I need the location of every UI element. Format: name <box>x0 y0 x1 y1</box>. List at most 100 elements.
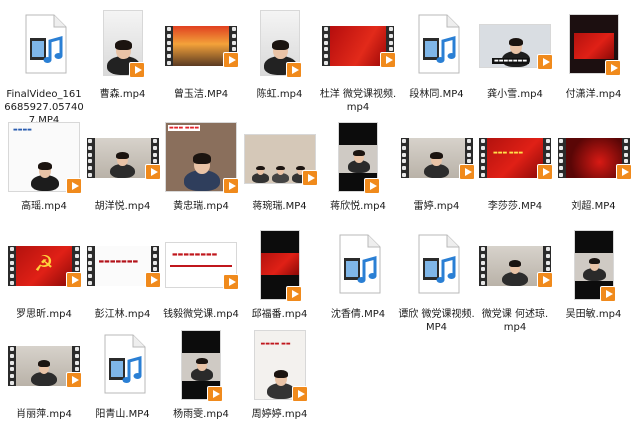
file-name-line: 谭欣 微党课视频. <box>398 309 475 320</box>
file-thumbnail <box>554 8 634 84</box>
file-name-label: 高瑶.mp4 <box>1 200 87 213</box>
file-thumbnail <box>161 328 241 404</box>
play-badge-icon <box>223 52 239 68</box>
file-thumbnail <box>83 120 163 196</box>
file-name-label: 雷婷.mp4 <box>394 200 480 213</box>
file-name-line: 周婷婷.mp4 <box>251 409 308 420</box>
file-thumbnail <box>318 8 398 84</box>
file-thumbnail <box>161 8 241 84</box>
file-name-line: 钱毅微党课.mp4 <box>163 309 239 320</box>
file-thumbnail <box>240 8 320 84</box>
person-hair <box>276 165 285 171</box>
file-thumbnail <box>240 120 320 196</box>
file-item[interactable]: 曾玉洁.MP4 <box>161 8 241 118</box>
file-item[interactable]: 沈香倩.MP4 <box>318 228 398 338</box>
file-item[interactable]: 阳青山.MP4 <box>83 328 163 438</box>
file-item[interactable]: 吴田敏.mp4 <box>554 228 634 338</box>
slide-caption: ▬▬▬▬▬▬▬▬ <box>172 251 218 258</box>
person-hair <box>256 165 265 171</box>
file-item[interactable]: ▬▬▬▬ 高瑶.mp4 <box>4 120 84 230</box>
video-frame: ☭ <box>16 246 72 286</box>
person-hair <box>196 357 208 365</box>
file-item[interactable]: ▬▬▬ ▬▬▬ 李莎莎.MP4 <box>475 120 555 230</box>
file-item[interactable]: 曹森.mp4 <box>83 8 163 118</box>
film-sprocket-holes <box>479 138 486 178</box>
play-badge-icon <box>380 52 396 68</box>
file-name-label: 肖丽萍.mp4 <box>1 408 87 421</box>
file-name-label: 刘超.MP4 <box>551 200 637 213</box>
file-item[interactable]: ▬▬▬▬▬▬▬ 彭江林.mp4 <box>83 228 163 338</box>
file-item[interactable]: ▬▬▬▬ ▬▬ 周婷婷.mp4 <box>240 328 320 438</box>
file-thumbnail <box>397 120 477 196</box>
file-name-label: 彭江林.mp4 <box>80 308 166 321</box>
file-thumbnail: ▬▬▬▬▬▬▬ <box>83 228 163 304</box>
file-name-label: 蒋欣悦.mp4 <box>315 200 401 213</box>
media-file-icon <box>417 234 461 294</box>
file-item[interactable]: 蒋欣悦.mp4 <box>318 120 398 230</box>
file-name-label: 曾玉洁.MP4 <box>158 88 244 101</box>
file-thumbnail <box>397 8 477 84</box>
emblem-icon: ☭ <box>34 252 54 277</box>
file-item[interactable]: 肖丽萍.mp4 <box>4 328 84 438</box>
file-item[interactable]: 付潇洋.mp4 <box>554 8 634 118</box>
slide-caption: ▬▬▬▬▬▬▬ <box>492 58 530 64</box>
file-name-line: 微党课 何述琼. <box>481 309 549 320</box>
file-item[interactable]: 微党课 何述琼. mp4 <box>475 228 555 338</box>
film-sprocket-holes <box>401 138 408 178</box>
file-name-label: 陈虹.mp4 <box>237 88 323 101</box>
file-name-label: 罗思昕.mp4 <box>1 308 87 321</box>
file-thumbnail <box>318 228 398 304</box>
play-badge-icon <box>458 164 475 180</box>
video-frame <box>173 26 229 66</box>
play-badge-icon <box>364 178 380 194</box>
file-item[interactable]: 胡洋悦.mp4 <box>83 120 163 230</box>
file-item[interactable]: 陈虹.mp4 <box>240 8 320 118</box>
file-name-label: 沈香倩.MP4 <box>315 308 401 321</box>
file-thumbnail <box>554 120 634 196</box>
file-item[interactable]: 杨雨雯.mp4 <box>161 328 241 438</box>
play-badge-icon <box>615 164 632 180</box>
file-name-label: 周婷婷.mp4 <box>237 408 323 421</box>
file-thumbnail <box>554 228 634 304</box>
file-thumbnail <box>4 328 84 404</box>
file-name-line: 段林同.MP4 <box>409 89 464 100</box>
file-item[interactable]: 杜洋 微党课视频. mp4 <box>318 8 398 118</box>
person-hair <box>273 370 288 378</box>
file-name-line: 付潇洋.mp4 <box>565 89 622 100</box>
file-item[interactable]: ▬▬▬ ▬▬▬ 黄忠瑞.mp4 <box>161 120 241 230</box>
file-item[interactable]: 邱福番.mp4 <box>240 228 320 338</box>
file-name-label: 阳青山.MP4 <box>80 408 166 421</box>
media-file-icon <box>338 234 382 294</box>
slide-rule <box>170 265 232 267</box>
play-badge-icon <box>128 62 145 78</box>
file-item[interactable]: 蒋琬瑞.MP4 <box>240 120 320 230</box>
file-name-line: 黄忠瑞.mp4 <box>173 201 229 212</box>
file-item[interactable]: 雷婷.mp4 <box>397 120 477 230</box>
play-badge-icon <box>207 386 223 402</box>
file-thumbnail <box>318 120 398 196</box>
file-item[interactable]: ▬▬▬▬▬▬▬ 龚小雪.mp4 <box>475 8 555 118</box>
file-item[interactable]: FinalVideo_161 6685927.05740 7.MP4 <box>4 8 84 126</box>
file-item[interactable]: ▬▬▬▬▬▬▬▬ 钱毅微党课.mp4 <box>161 228 241 338</box>
slide-caption: ▬▬▬▬ ▬▬ <box>260 341 291 347</box>
file-name-label: 段林同.MP4 <box>394 88 480 101</box>
video-content <box>182 353 220 381</box>
file-thumbnail: ▬▬▬ ▬▬▬ <box>161 120 241 196</box>
file-item[interactable]: 段林同.MP4 <box>397 8 477 118</box>
file-item[interactable]: 刘超.MP4 <box>554 120 634 230</box>
file-name-line: 杜洋 微党课视频. <box>319 89 397 100</box>
video-frame <box>94 138 151 178</box>
file-thumbnail: ☭ <box>4 228 84 304</box>
play-badge-icon <box>144 272 161 288</box>
play-badge-icon <box>66 178 82 194</box>
file-name-line: 6685927.05740 <box>4 102 84 113</box>
file-item[interactable]: ☭ 罗思昕.mp4 <box>4 228 84 338</box>
file-name-line: FinalVideo_161 <box>6 89 82 100</box>
file-name-label: 曹森.mp4 <box>80 88 166 101</box>
file-item[interactable]: 谭欣 微党课视频. MP4 <box>397 228 477 338</box>
file-name-line: 高瑶.mp4 <box>21 201 67 212</box>
person-hair <box>509 38 523 46</box>
play-badge-icon <box>223 178 239 194</box>
video-frame: ▬▬▬▬▬▬▬ <box>94 246 151 286</box>
person-hair <box>508 259 522 268</box>
